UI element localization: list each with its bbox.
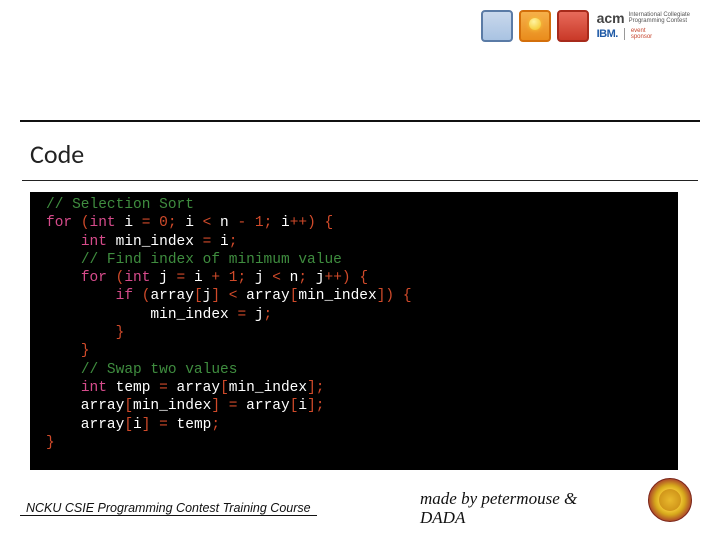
footer-credits: made by petermouse & DADA (420, 489, 640, 528)
footer-course-link[interactable]: NCKU CSIE Programming Contest Training C… (20, 501, 317, 516)
icpc-logo-squares (481, 10, 589, 42)
ibm-label: IBM. (597, 28, 618, 40)
acm-subtitle: International Collegiate Programming Con… (629, 12, 690, 24)
sponsor-label: event sponsor (631, 28, 652, 40)
logo-square-orange-icon (519, 10, 551, 42)
horizontal-rule-sub (22, 180, 698, 181)
logo-square-blue-icon (481, 10, 513, 42)
bulb-icon (525, 16, 545, 36)
slide: acm International Collegiate Programming… (0, 0, 720, 540)
acm-label: acm (597, 10, 625, 26)
divider-icon (624, 28, 625, 40)
section-title: Code (30, 138, 84, 170)
university-emblem-icon (648, 478, 692, 522)
footer-credits-line1: made by petermouse & (420, 489, 577, 508)
logo-text: acm International Collegiate Programming… (597, 10, 690, 40)
logo-square-red-icon (557, 10, 589, 42)
header-logos: acm International Collegiate Programming… (481, 10, 690, 42)
footer-credits-line2: DADA (420, 508, 465, 527)
code-block: // Selection Sort for (int i = 0; i < n … (30, 192, 678, 470)
horizontal-rule-top (20, 120, 700, 122)
